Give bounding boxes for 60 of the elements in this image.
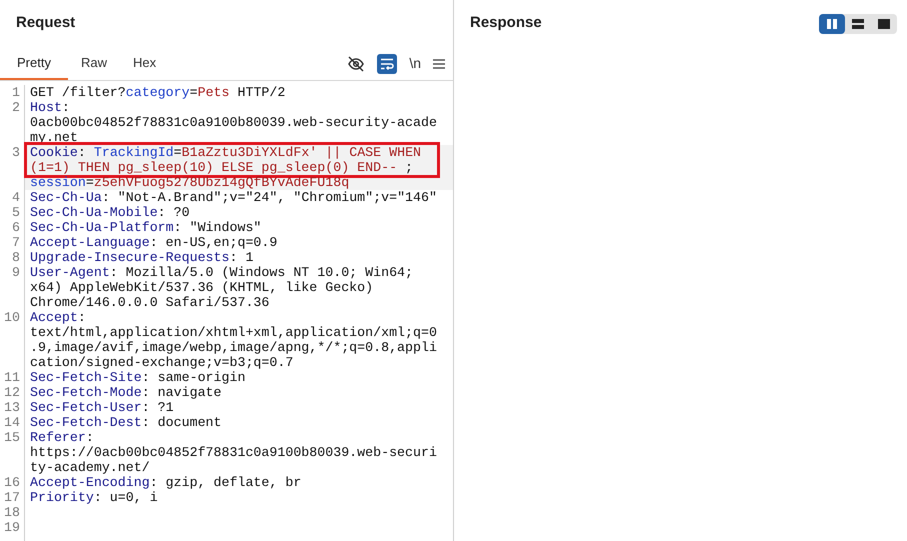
- line-number: 13: [4, 400, 20, 415]
- eye-slash-icon[interactable]: [347, 54, 366, 72]
- line-number: 5: [12, 205, 20, 220]
- code-line: text/html,application/xhtml+xml,application/xml;q=0: [30, 325, 437, 340]
- line-number: 1: [12, 85, 20, 100]
- code-line: User-Agent: Mozilla/5.0 (Windows NT 10.0; Win64;: [30, 265, 414, 280]
- newline-toggle[interactable]: \n: [409, 53, 421, 74]
- code-line: session=z5ehVFuog5278Ubz14gQfBYvAdeFU18q: [30, 175, 350, 190]
- code-line: Sec-Ch-Ua-Platform: "Windows": [30, 220, 262, 235]
- line-number: 18: [4, 505, 20, 520]
- line-number: 12: [4, 385, 20, 400]
- wrap-lines-icon[interactable]: [377, 54, 398, 74]
- panel-title: Response: [470, 13, 542, 34]
- single-layout-icon: [878, 18, 890, 28]
- line-number: 17: [4, 490, 20, 505]
- code-line: Sec-Fetch-Mode: navigate: [30, 385, 222, 400]
- code-line: Accept:: [30, 310, 86, 325]
- code-line: Upgrade-Insecure-Requests: 1: [30, 250, 254, 265]
- columns-layout-button[interactable]: [819, 14, 845, 34]
- line-number: 8: [12, 250, 20, 265]
- line-number: 7: [12, 235, 20, 250]
- code-line: Sec-Fetch-Site: same-origin: [30, 370, 246, 385]
- line-number: 4: [12, 190, 20, 205]
- code-line: cation/signed-exchange;v=b3;q=0.7: [30, 355, 294, 370]
- line-number: 9: [12, 265, 20, 280]
- line-number: 2: [12, 100, 20, 115]
- code-line: Sec-Fetch-User: ?1: [30, 400, 174, 415]
- code-line: Referer:: [30, 430, 94, 445]
- code-line: Chrome/146.0.0.0 Safari/537.36: [30, 295, 270, 310]
- code-line: Accept-Language: en-US,en;q=0.9: [30, 235, 278, 250]
- tab[interactable]: Hex: [120, 47, 170, 80]
- code-line: Host:: [30, 100, 70, 115]
- menu-icon[interactable]: [433, 58, 445, 70]
- line-number: 15: [4, 430, 20, 445]
- code-line: Sec-Ch-Ua: "Not-A.Brand";v="24", "Chromium";v="146": [30, 190, 437, 205]
- code-line: .9,image/avif,image/webp,image/apng,*/*;q=0.8,appli: [30, 340, 437, 355]
- line-number: 10: [4, 310, 20, 325]
- tab[interactable]: Raw: [68, 47, 120, 80]
- code-line: Cookie: TrackingId=B1aZztu3DiYXLdFx' || CASE WHEN: [30, 145, 422, 160]
- code-line: my.net: [30, 130, 78, 145]
- code-line: Accept-Encoding: gzip, deflate, br: [30, 475, 302, 490]
- panel-title: Request: [16, 13, 76, 34]
- code-line: (1=1) THEN pg_sleep(10) ELSE pg_sleep(0) END-- ;: [30, 160, 414, 175]
- line-number: 19: [4, 520, 20, 535]
- code-line: Priority: u=0, i: [30, 490, 158, 505]
- line-number: 11: [4, 370, 20, 385]
- code-line: Sec-Ch-Ua-Mobile: ?0: [30, 205, 190, 220]
- line-number: 3: [12, 145, 20, 160]
- rows-layout-icon: [852, 18, 864, 28]
- line-number: 6: [12, 220, 20, 235]
- code-line: x64) AppleWebKit/537.36 (KHTML, like Gecko): [30, 280, 374, 295]
- code-line: https://0acb00bc04852f78831c0a9100b80039.web-securi: [30, 445, 437, 460]
- code-line: GET /filter?category=Pets HTTP/2: [30, 85, 286, 100]
- tab[interactable]: Pretty: [0, 47, 68, 80]
- line-number: 16: [4, 475, 20, 490]
- code-line: Sec-Fetch-Dest: document: [30, 415, 222, 430]
- line-number: 14: [4, 415, 20, 430]
- columns-layout-icon: [826, 18, 838, 28]
- code-line: ty-academy.net/: [30, 460, 150, 475]
- code-line: 0acb00bc04852f78831c0a9100b80039.web-security-acade: [30, 115, 437, 130]
